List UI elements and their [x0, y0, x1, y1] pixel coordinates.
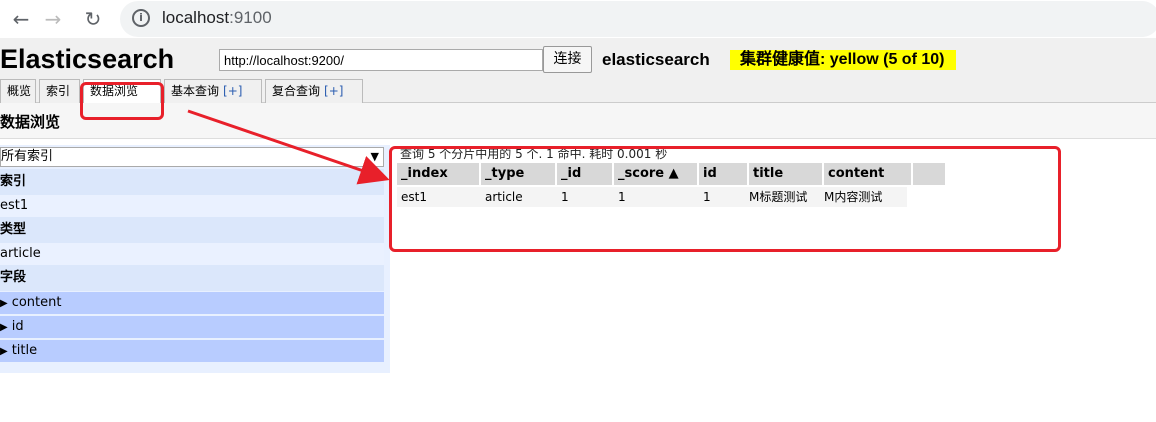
page: ← → ↻ i localhost:9100 Elasticsearch 连接 …	[0, 0, 1156, 422]
cluster-health-badge: 集群健康值: yellow (5 of 10)	[730, 50, 957, 70]
filter-panel: 所有索引 ▼ 索引 est1 类型 article 字段 ▶ content ▶ i…	[0, 145, 390, 373]
info-icon[interactable]: i	[132, 9, 150, 27]
connect-url-input[interactable]	[219, 49, 543, 71]
annotation-box-tab	[80, 82, 164, 120]
triangle-right-icon: ▶	[0, 298, 8, 309]
index-item[interactable]: est1	[0, 195, 384, 217]
page-title: 数据浏览	[0, 103, 1156, 139]
cluster-name: elasticsearch	[602, 50, 710, 69]
tab-basic-query[interactable]: 基本查询 [+]	[164, 79, 262, 103]
tab-overview[interactable]: 概览	[0, 79, 36, 103]
arrow-right-icon[interactable]: →	[42, 8, 64, 30]
dropdown-arrow-icon: ▼	[370, 150, 379, 163]
field-heading: 字段	[0, 265, 384, 291]
reload-icon[interactable]: ↻	[82, 8, 104, 30]
connect-button[interactable]: 连接	[543, 46, 592, 73]
address-bar[interactable]: i localhost:9100	[120, 1, 1156, 37]
field-item-content[interactable]: ▶ content	[0, 292, 384, 314]
brand-title: Elasticsearch	[0, 44, 175, 74]
field-item-id[interactable]: ▶ id	[0, 316, 384, 338]
type-heading: 类型	[0, 217, 384, 243]
index-select[interactable]: 所有索引 ▼	[0, 147, 384, 167]
address-text[interactable]: localhost:9100	[162, 8, 272, 28]
arrow-left-icon[interactable]: ←	[10, 8, 32, 30]
index-heading: 索引	[0, 169, 384, 195]
tab-indices[interactable]: 索引	[39, 79, 80, 103]
annotation-box-results	[389, 146, 1061, 252]
field-item-title[interactable]: ▶ title	[0, 340, 384, 362]
app-header: Elasticsearch 连接 elasticsearch 集群健康值: ye…	[0, 38, 1156, 104]
tab-compound-query[interactable]: 复合查询 [+]	[265, 79, 363, 103]
triangle-right-icon: ▶	[0, 322, 8, 333]
type-item[interactable]: article	[0, 243, 384, 265]
browser-toolbar: ← → ↻ i localhost:9100	[0, 0, 1156, 38]
triangle-right-icon: ▶	[0, 346, 8, 357]
